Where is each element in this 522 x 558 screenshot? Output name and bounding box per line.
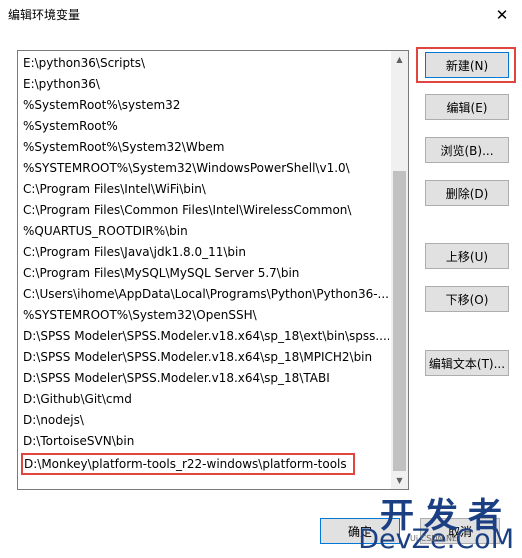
- path-list-item[interactable]: D:\Monkey\platform-tools_r22-windows\pla…: [21, 453, 355, 475]
- path-list-item[interactable]: %SYSTEMROOT%\System32\WindowsPowerShell\…: [23, 158, 389, 178]
- scrollbar[interactable]: ▲ ▼: [391, 51, 408, 489]
- browse-button[interactable]: 浏览(B)...: [425, 137, 509, 163]
- new-button[interactable]: 新建(N): [425, 52, 509, 78]
- close-icon[interactable]: ✕: [482, 0, 522, 30]
- path-list-item[interactable]: C:\Users\ihome\AppData\Local\Programs\Py…: [23, 284, 389, 304]
- path-list-item[interactable]: C:\Program Files\Common Files\Intel\Wire…: [23, 200, 389, 220]
- path-list-item[interactable]: C:\Program Files\MySQL\MySQL Server 5.7\…: [23, 263, 389, 283]
- delete-button[interactable]: 删除(D): [425, 180, 509, 206]
- path-list-item[interactable]: D:\SPSS Modeler\SPSS.Modeler.v18.x64\sp_…: [23, 347, 389, 367]
- path-list-item[interactable]: C:\Program Files\Intel\WiFi\bin\: [23, 179, 389, 199]
- scroll-thumb[interactable]: [393, 171, 406, 471]
- path-list-item[interactable]: E:\python36\Scripts\: [23, 53, 389, 73]
- path-list-item[interactable]: D:\nodejs\: [23, 410, 389, 430]
- path-list-item[interactable]: D:\SPSS Modeler\SPSS.Modeler.v18.x64\sp_…: [23, 326, 389, 346]
- ok-button[interactable]: 确定: [320, 518, 400, 544]
- title-bar: 编辑环境变量 ✕: [0, 0, 522, 30]
- path-list-item[interactable]: D:\SPSS Modeler\SPSS.Modeler.v18.x64\sp_…: [23, 368, 389, 388]
- path-list-item[interactable]: %QUARTUS_ROOTDIR%\bin: [23, 221, 389, 241]
- scroll-down-icon[interactable]: ▼: [391, 472, 408, 489]
- path-list-item[interactable]: %SystemRoot%: [23, 116, 389, 136]
- path-list-item[interactable]: E:\python36\: [23, 74, 389, 94]
- path-list-item[interactable]: %SYSTEMROOT%\System32\OpenSSH\: [23, 305, 389, 325]
- path-list-item[interactable]: %SystemRoot%\System32\Wbem: [23, 137, 389, 157]
- edit-button[interactable]: 编辑(E): [425, 94, 509, 120]
- scroll-up-icon[interactable]: ▲: [391, 51, 408, 68]
- path-list[interactable]: E:\python36\Scripts\ E:\python36\ %SystemR…: [17, 50, 409, 490]
- edit-text-button[interactable]: 编辑文本(T)...: [425, 350, 509, 376]
- path-list-item[interactable]: C:\Program Files\Java\jdk1.8.0_11\bin: [23, 242, 389, 262]
- window-title: 编辑环境变量: [8, 8, 81, 22]
- path-list-item[interactable]: D:\TortoiseSVN\bin: [23, 431, 389, 451]
- path-list-item[interactable]: D:\Github\Git\cmd: [23, 389, 389, 409]
- move-up-button[interactable]: 上移(U): [425, 243, 509, 269]
- path-list-item[interactable]: %SystemRoot%\system32: [23, 95, 389, 115]
- cancel-button[interactable]: 取消: [420, 518, 500, 544]
- move-down-button[interactable]: 下移(O): [425, 286, 509, 312]
